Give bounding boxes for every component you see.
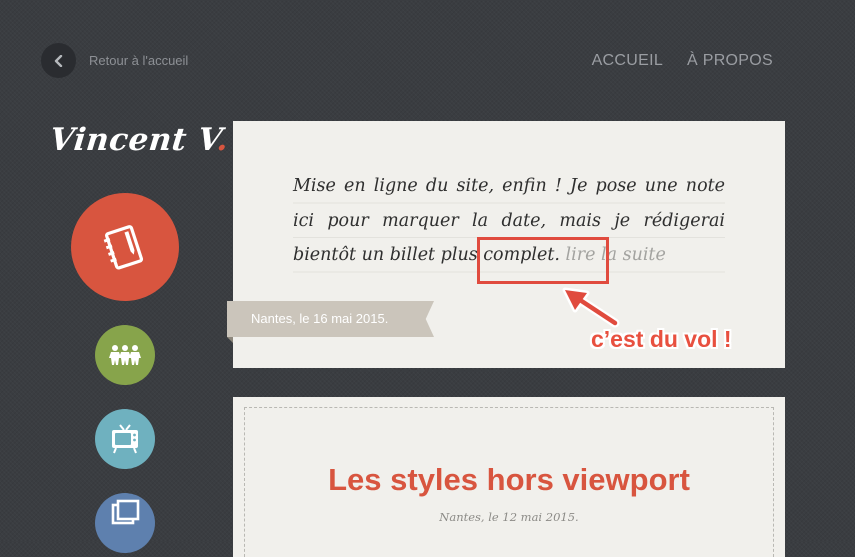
sidebar-item-tv[interactable] xyxy=(95,409,155,469)
photos-icon xyxy=(111,499,140,525)
back-link-label[interactable]: Retour à l'accueil xyxy=(89,53,188,68)
logo-name: Vincent V xyxy=(48,122,220,158)
back-to-home-link[interactable]: Retour à l'accueil xyxy=(41,43,188,78)
sidebar-item-notes[interactable] xyxy=(71,193,179,301)
nav-item-a-propos[interactable]: À PROPOS xyxy=(687,52,773,70)
tv-icon xyxy=(112,424,138,454)
sidebar-item-photos[interactable] xyxy=(95,493,155,553)
people-icon xyxy=(109,345,141,365)
notebook-icon xyxy=(103,225,144,270)
annotation-arrow-icon xyxy=(562,287,620,328)
annotation-highlight-box xyxy=(477,237,609,284)
post-date: Nantes, le 12 mai 2015. xyxy=(439,510,579,524)
post-title[interactable]: Les styles hors viewport xyxy=(245,462,773,498)
site-logo[interactable]: Vincent V. xyxy=(48,122,230,158)
ribbon-fold xyxy=(227,337,233,343)
annotation-label: c’est du vol ! xyxy=(591,326,732,352)
sidebar-item-people[interactable] xyxy=(95,325,155,385)
post-date-ribbon: Nantes, le 16 mai 2015. xyxy=(227,301,434,337)
logo-dot: . xyxy=(215,122,231,158)
nav-item-accueil[interactable]: ACCUEIL xyxy=(592,52,663,70)
chevron-left-icon[interactable] xyxy=(41,43,76,78)
post-card-border: Les styles hors viewport Nantes, le 12 m… xyxy=(244,407,774,557)
main-nav: ACCUEIL À PROPOS xyxy=(592,52,773,70)
post-card-article: Les styles hors viewport Nantes, le 12 m… xyxy=(233,397,785,557)
